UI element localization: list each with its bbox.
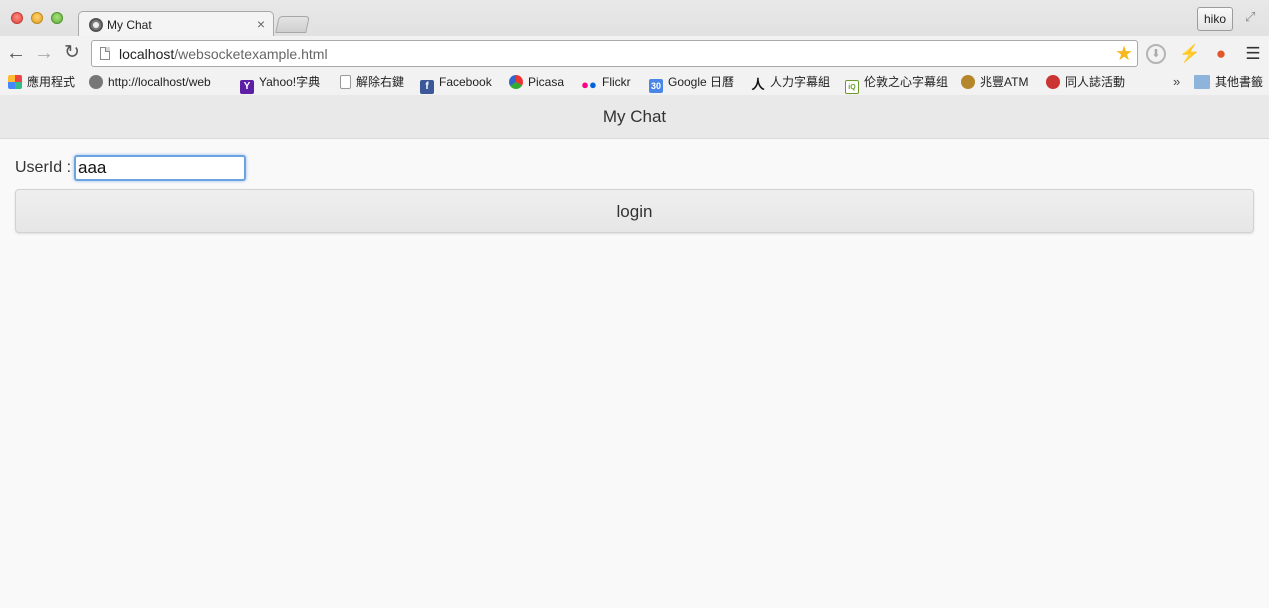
tab-title: My Chat [107,18,152,32]
other-bookmarks-folder[interactable]: 其他書籤 [1194,74,1263,90]
fire-extension-icon[interactable]: ● [1211,44,1231,64]
tab-close-icon[interactable]: × [257,16,265,32]
window-maximize-button[interactable] [51,12,63,24]
facebook-icon: f [420,80,434,94]
page-header: My Chat [0,95,1269,139]
bank-icon [961,75,975,89]
address-bar[interactable]: localhost/websocketexample.html ★ [91,40,1138,67]
iqiyi-icon: iQ [845,80,859,94]
new-tab-button[interactable] [275,16,310,33]
browser-tab[interactable]: My Chat × [78,11,274,37]
bookmark-apps[interactable]: 應用程式 [8,74,75,90]
download-extension-icon[interactable]: ⬇ [1146,44,1166,64]
tab-strip: My Chat × hiko ⤢ [0,0,1269,37]
calendar-icon: 30 [649,79,663,93]
flickr-icon: ●● [581,77,597,92]
globe-icon [89,75,103,89]
folder-icon [1194,75,1210,89]
bookmark-facebook[interactable]: f Facebook [420,74,492,94]
bookmarks-bar: 應用程式 http://localhost/web Y Yahoo!字典 解除右鍵… [0,70,1269,95]
page-title: My Chat [602,107,667,126]
userid-label: UserId : [15,159,72,176]
bookmark-picasa[interactable]: Picasa [509,74,564,90]
bookmark-flickr[interactable]: ●● Flickr [581,74,631,92]
window-close-button[interactable] [11,12,23,24]
profile-button[interactable]: hiko [1197,7,1233,31]
bookmark-yahoo[interactable]: Y Yahoo!字典 [240,74,320,94]
bookmark-mega-atm[interactable]: 兆豐ATM [961,74,1028,90]
bookmark-page[interactable]: 解除右鍵 [340,74,404,90]
bookmark-star-icon[interactable]: ★ [1115,43,1133,65]
yahoo-icon: Y [240,80,254,94]
apps-grid-icon [8,75,22,89]
person-icon: 人 [751,77,765,92]
bookmark-localhost[interactable]: http://localhost/web [89,74,225,90]
forward-icon[interactable]: → [33,42,55,64]
bookmarks-overflow-button[interactable]: » [1173,74,1180,89]
menu-icon[interactable]: ☰ [1243,44,1263,64]
picasa-icon [509,75,523,89]
url-host: localhost [119,46,175,62]
userid-input[interactable] [74,155,246,181]
page-icon [100,47,110,60]
fullscreen-icon[interactable]: ⤢ [1245,10,1259,24]
browser-chrome: My Chat × hiko ⤢ ← → ↻ localhost/websock… [0,0,1269,95]
url-text[interactable]: localhost/websocketexample.html [119,46,328,62]
tab-favicon-icon [89,18,103,32]
lightning-extension-icon[interactable]: ⚡ [1179,44,1200,64]
bookmark-london-heart[interactable]: iQ 伦敦之心字幕组 [845,74,948,94]
browser-toolbar: ← → ↻ localhost/websocketexample.html ★ … [0,36,1269,70]
bookmark-google-calendar[interactable]: 30 Google 日曆 [649,74,734,93]
reload-icon[interactable]: ↻ [61,42,83,64]
back-icon[interactable]: ← [5,42,27,64]
page-icon [340,75,351,89]
url-path: /websocketexample.html [174,46,328,62]
bookmark-doujin[interactable]: 同人誌活動 [1046,74,1125,90]
bookmark-renli[interactable]: 人人力字幕組 [751,74,830,92]
window-minimize-button[interactable] [31,12,43,24]
login-button[interactable]: login [15,189,1254,233]
character-icon [1046,75,1060,89]
